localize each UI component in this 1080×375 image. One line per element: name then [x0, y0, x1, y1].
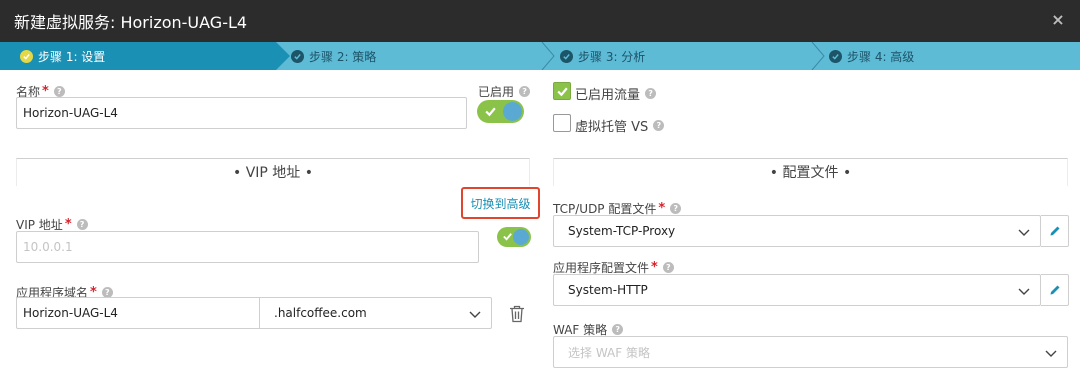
trash-icon[interactable] — [509, 305, 525, 323]
question-circle-icon: ? — [53, 86, 65, 97]
profile-section-title: • 配置文件 • — [553, 158, 1068, 186]
pencil-icon — [1050, 285, 1059, 295]
virtual-hosted-checkbox[interactable] — [553, 114, 571, 132]
question-circle-icon: ? — [645, 88, 657, 99]
close-icon[interactable]: × — [1050, 12, 1066, 28]
step-label: 步骤 4: 高级 — [847, 49, 915, 64]
domain-suffix-select[interactable]: .halfcoffee.com — [259, 297, 492, 329]
question-circle-icon: ? — [76, 219, 88, 230]
waf-policy-select[interactable]: 选择 WAF 策略 — [553, 336, 1068, 368]
step-check-icon — [560, 49, 573, 63]
step-check-icon — [20, 49, 33, 63]
question-circle-icon: ? — [662, 262, 674, 273]
question-circle-icon: ? — [670, 203, 682, 214]
step-separator-icon — [276, 42, 290, 70]
traffic-enabled-checkbox[interactable] — [553, 82, 571, 100]
pencil-icon — [1050, 226, 1059, 236]
edit-tcp-profile-button[interactable] — [1041, 215, 1069, 247]
vip-address-input[interactable]: 10.0.0.1 — [16, 231, 479, 263]
step-label: 步骤 1: 设置 — [38, 49, 106, 64]
dialog-titlebar: 新建虚拟服务: Horizon-UAG-L4 × — [0, 0, 1080, 42]
chevron-down-icon — [1045, 350, 1057, 357]
virtual-hosted-label: 虚拟托管 VS? — [575, 116, 665, 135]
step-label: 步骤 3: 分析 — [578, 49, 646, 64]
question-circle-icon: ? — [519, 86, 531, 97]
vip-section-title: • VIP 地址 • — [16, 158, 530, 186]
name-input[interactable]: Horizon-UAG-L4 — [16, 97, 467, 129]
question-circle-icon: ? — [653, 120, 665, 131]
chevron-down-icon — [469, 311, 481, 318]
chevron-down-icon — [1018, 288, 1030, 295]
dialog-title: 新建虚拟服务: Horizon-UAG-L4 — [14, 13, 248, 32]
step-4-advanced[interactable]: 步骤 4: 高级 — [829, 42, 1069, 70]
tcp-udp-profile-select[interactable]: System-TCP-Proxy — [553, 215, 1041, 247]
vip-toggle[interactable] — [497, 227, 531, 247]
step-check-icon — [829, 49, 842, 63]
switch-to-advanced-link[interactable]: 切换到高级 — [461, 187, 540, 219]
chevron-down-icon — [1018, 229, 1030, 236]
wizard-steps: 步骤 1: 设置 步骤 2: 策略 步骤 3: 分析 步骤 4: 高级 — [0, 42, 1080, 70]
question-circle-icon: ? — [612, 324, 624, 335]
step-2-policy[interactable]: 步骤 2: 策略 — [291, 42, 541, 70]
enabled-label: 已启用? — [478, 83, 531, 100]
check-icon — [485, 107, 496, 117]
step-label: 步骤 2: 策略 — [309, 49, 377, 64]
enabled-toggle[interactable] — [477, 100, 524, 123]
step-3-analytics[interactable]: 步骤 3: 分析 — [560, 42, 810, 70]
check-icon — [557, 87, 568, 97]
traffic-enabled-label: 已启用流量? — [575, 84, 657, 103]
edit-app-profile-button[interactable] — [1041, 274, 1069, 306]
app-domain-input[interactable]: Horizon-UAG-L4 — [16, 297, 260, 329]
step-separator-icon — [811, 42, 825, 70]
step-separator-icon — [541, 42, 555, 70]
app-profile-select[interactable]: System-HTTP — [553, 274, 1041, 306]
step-check-icon — [291, 49, 304, 63]
step-1-settings[interactable]: 步骤 1: 设置 — [0, 42, 276, 70]
check-icon — [503, 233, 512, 241]
